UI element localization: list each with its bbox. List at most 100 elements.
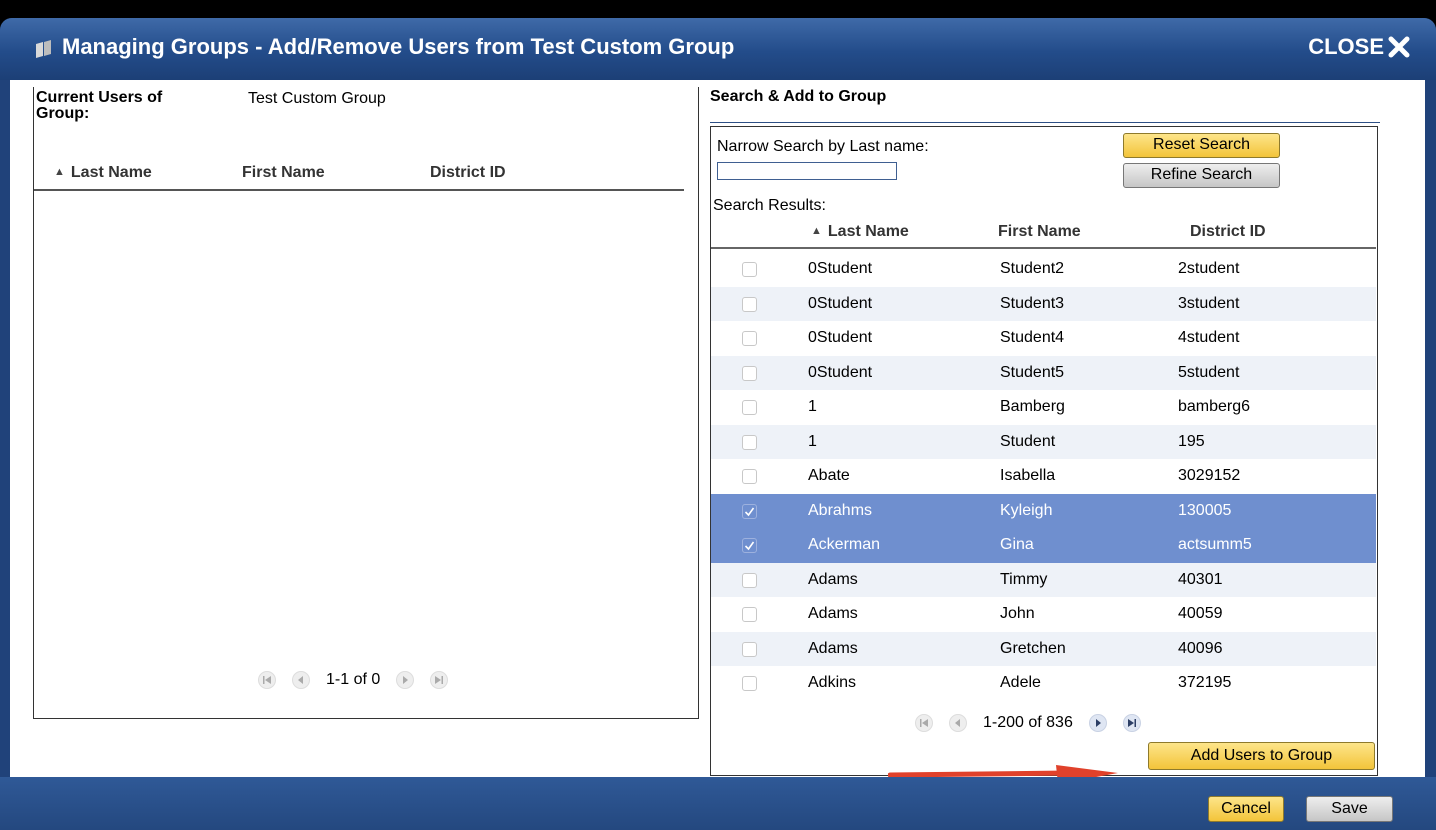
first-page-icon[interactable] [258, 671, 276, 689]
book-icon [34, 40, 54, 58]
first-name-cell: Adele [1000, 674, 1041, 691]
row-checkbox[interactable] [742, 538, 757, 553]
result-row[interactable]: Adams Timmy 40301 [711, 562, 1376, 597]
last-name-search-input[interactable] [717, 162, 897, 180]
last-page-icon[interactable] [1122, 714, 1141, 732]
search-panel: Narrow Search by Last name: Reset Search… [710, 126, 1378, 776]
last-name-cell: 0Student [808, 294, 873, 312]
section-divider [710, 122, 1380, 123]
row-checkbox[interactable] [742, 503, 757, 519]
dialog-content: Current Users of Group: Test Custom Grou… [10, 80, 1425, 784]
last-name-cell: 0Student [808, 363, 873, 381]
close-button[interactable]: CLOSE [1308, 34, 1410, 60]
row-checkbox[interactable] [742, 296, 757, 312]
col-header-district-id[interactable]: District ID [430, 164, 506, 182]
results-header-divider [711, 247, 1376, 249]
result-row[interactable]: Abrahms Kyleigh 130005 [711, 493, 1376, 528]
results-pager: 1-200 of 836 [907, 714, 1149, 732]
last-page-icon[interactable] [430, 671, 449, 689]
first-name-cell: Gina [1000, 536, 1034, 553]
result-row[interactable]: Ackerman Gina actsumm5 [711, 528, 1376, 563]
first-name-cell: Student4 [1000, 329, 1065, 346]
district-id-cell: 130005 [1178, 501, 1232, 519]
result-row[interactable]: 0Student Student5 5student [711, 355, 1376, 390]
row-checkbox[interactable] [742, 572, 757, 588]
last-name-cell: Abate [808, 467, 850, 484]
result-row[interactable]: Adams Gretchen 40096 [711, 631, 1376, 666]
narrow-search-label: Narrow Search by Last name: [717, 138, 929, 155]
last-name-cell: Ackerman [808, 536, 881, 553]
first-name-cell: Gretchen [1000, 639, 1066, 657]
checkmark-icon [744, 507, 755, 516]
last-name-cell: Adams [808, 639, 858, 657]
prev-page-icon[interactable] [292, 671, 310, 689]
result-row[interactable]: 0Student Student3 3student [711, 286, 1376, 321]
first-name-cell: Kyleigh [1000, 501, 1053, 519]
district-id-cell: 372195 [1178, 674, 1232, 691]
results-col-header-first-name[interactable]: First Name [998, 223, 1081, 241]
row-checkbox[interactable] [742, 676, 757, 691]
last-name-cell: 0Student [808, 329, 873, 346]
checkmark-icon [744, 541, 755, 551]
left-pager-text: 1-1 of 0 [326, 671, 381, 688]
results-col-header-district-id[interactable]: District ID [1190, 223, 1266, 241]
header-divider [34, 189, 684, 191]
next-page-icon[interactable] [396, 671, 415, 689]
row-checkbox[interactable] [742, 331, 757, 346]
sort-asc-icon: ▲ [54, 166, 65, 178]
dialog-footer: Cancel Save [0, 777, 1436, 830]
save-button[interactable]: Save [1306, 796, 1393, 822]
reset-search-button[interactable]: Reset Search [1123, 133, 1280, 158]
result-row[interactable]: 1 Student 195 [711, 424, 1376, 459]
district-id-cell: 195 [1178, 432, 1205, 450]
cancel-button[interactable]: Cancel [1208, 796, 1284, 822]
district-id-cell: 40096 [1178, 639, 1223, 657]
last-name-cell: 1 [808, 398, 817, 415]
district-id-cell: bamberg6 [1178, 398, 1251, 415]
district-id-cell: actsumm5 [1178, 536, 1252, 553]
next-page-icon[interactable] [1088, 714, 1107, 732]
prev-page-icon[interactable] [949, 714, 967, 732]
result-row[interactable]: Adams John 40059 [711, 597, 1376, 632]
district-id-cell: 3student [1178, 294, 1240, 312]
current-users-label: Current Users of Group: [36, 89, 163, 122]
result-row[interactable]: Abate Isabella 3029152 [711, 459, 1376, 494]
search-results-list: 0Student Student2 2student 0Student Student3… [711, 252, 1376, 701]
col-header-last-name[interactable]: ▲ Last Name [54, 164, 152, 182]
row-checkbox[interactable] [742, 469, 757, 484]
add-users-to-group-button[interactable]: Add Users to Group [1148, 742, 1375, 770]
row-checkbox[interactable] [742, 434, 757, 450]
result-row[interactable]: 0Student Student2 2student [711, 252, 1376, 287]
result-row[interactable]: 1 Bamberg bamberg6 [711, 390, 1376, 425]
district-id-cell: 5student [1178, 363, 1240, 381]
row-checkbox[interactable] [742, 607, 757, 622]
group-name: Test Custom Group [248, 90, 386, 107]
last-name-cell: 0Student [808, 260, 873, 277]
refine-search-button[interactable]: Refine Search [1123, 163, 1280, 188]
close-icon [1388, 36, 1410, 58]
first-name-cell: Student5 [1000, 363, 1065, 381]
result-row[interactable]: Adkins Adele 372195 [711, 666, 1376, 701]
row-checkbox[interactable] [742, 365, 757, 381]
results-col-header-last-name[interactable]: ▲ Last Name [811, 223, 909, 241]
title-bar: Managing Groups - Add/Remove Users from … [0, 18, 1436, 80]
result-row[interactable]: 0Student Student4 4student [711, 321, 1376, 356]
district-id-cell: 40301 [1178, 570, 1223, 588]
left-pager: 1-1 of 0 [250, 671, 456, 689]
last-name-cell: Adams [808, 570, 858, 588]
close-label: CLOSE [1308, 34, 1384, 59]
row-checkbox[interactable] [742, 400, 757, 415]
current-users-panel: Current Users of Group: Test Custom Grou… [33, 87, 699, 719]
district-id-cell: 3029152 [1178, 467, 1241, 484]
row-checkbox[interactable] [742, 262, 757, 277]
first-name-cell: Student3 [1000, 294, 1065, 312]
search-section-title: Search & Add to Group [710, 88, 887, 105]
dialog-title: Managing Groups - Add/Remove Users from … [62, 34, 735, 59]
district-id-cell: 4student [1178, 329, 1240, 346]
first-page-icon[interactable] [915, 714, 933, 732]
row-checkbox[interactable] [742, 641, 757, 657]
first-name-cell: Student [1000, 432, 1056, 450]
first-name-cell: Timmy [1000, 570, 1048, 588]
last-name-cell: Adkins [808, 674, 857, 691]
col-header-first-name[interactable]: First Name [242, 164, 325, 182]
